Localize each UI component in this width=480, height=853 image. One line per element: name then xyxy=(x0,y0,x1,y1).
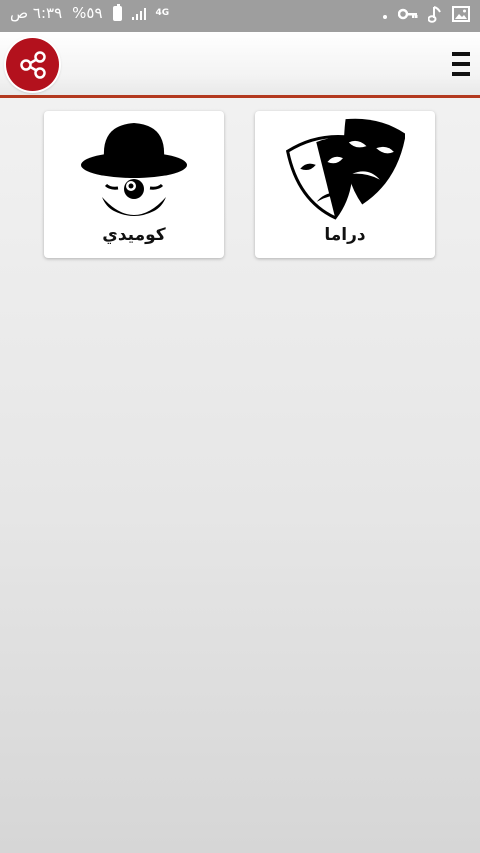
network-type: 4G xyxy=(155,8,170,18)
time-text: ٦:٣٩ ص xyxy=(10,4,63,22)
notification-dot-icon xyxy=(382,8,388,23)
battery-icon xyxy=(112,4,122,21)
share-icon xyxy=(19,50,46,79)
app-bar xyxy=(0,32,480,98)
status-right xyxy=(382,5,470,26)
category-card-comedy[interactable]: كوميدي xyxy=(44,111,224,258)
category-label-comedy: كوميدي xyxy=(102,225,166,245)
status-bar: ٦:٣٩ ص %٥٩ 4G xyxy=(0,0,480,32)
category-label-drama: دراما xyxy=(324,225,366,245)
category-card-drama[interactable]: دراما xyxy=(255,111,435,258)
theater-masks-icon xyxy=(285,118,405,220)
share-button[interactable] xyxy=(6,38,59,91)
signal-icon xyxy=(131,7,146,20)
battery-percent: %٥٩ xyxy=(72,4,103,22)
hamburger-menu-icon[interactable] xyxy=(452,52,470,76)
image-icon xyxy=(452,6,470,25)
clown-icon xyxy=(81,123,187,216)
key-icon xyxy=(397,8,418,23)
status-left: ٦:٣٩ ص %٥٩ 4G xyxy=(10,4,170,22)
music-note-icon xyxy=(427,5,442,26)
